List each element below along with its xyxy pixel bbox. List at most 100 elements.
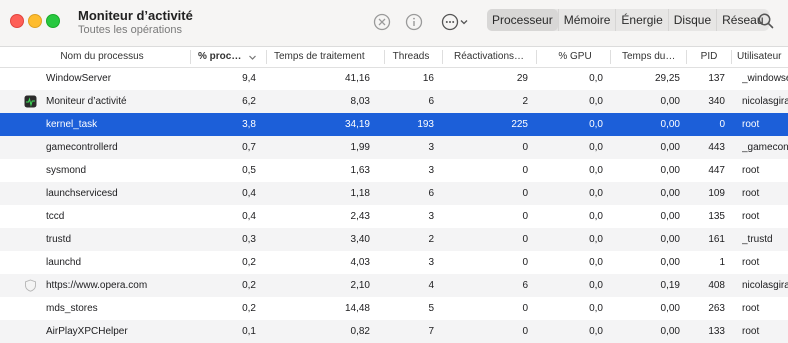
user-cell: root	[742, 165, 760, 176]
cpu-time-cell: 2,10	[350, 280, 370, 291]
tab-processeur[interactable]: Processeur	[487, 9, 558, 31]
idle-wakeups-cell: 225	[511, 119, 528, 130]
pid-cell: 447	[708, 165, 725, 176]
threads-cell: 7	[428, 326, 434, 337]
pid-cell: 161	[708, 234, 725, 245]
threads-cell: 16	[422, 73, 434, 84]
gpu-time-cell: 0,00	[660, 211, 680, 222]
column-header-process-name[interactable]: Nom du processus	[22, 47, 182, 67]
close-window-button[interactable]	[10, 14, 24, 28]
view-tabs: Processeur Mémoire Énergie Disque Réseau	[487, 9, 769, 31]
idle-wakeups-cell: 0	[522, 142, 528, 153]
gpu-percent-cell: 0,0	[589, 188, 603, 199]
zoom-window-button[interactable]	[46, 14, 60, 28]
gpu-percent-cell: 0,0	[589, 119, 603, 130]
gpu-time-cell: 0,00	[660, 188, 680, 199]
table-row[interactable]: sysmond 0,5 1,63 3 0 0,0 0,00 447 root	[0, 159, 788, 182]
threads-cell: 6	[428, 188, 434, 199]
table-row[interactable]: tccd 0,4 2,43 3 0 0,0 0,00 135 root	[0, 205, 788, 228]
activity-monitor-app-icon	[24, 95, 37, 108]
user-cell: root	[742, 188, 760, 199]
cpu-percent-cell: 6,2	[242, 96, 256, 107]
process-name-cell: gamecontrollerd	[46, 142, 118, 153]
idle-wakeups-cell: 0	[522, 326, 528, 337]
threads-cell: 3	[428, 211, 434, 222]
minimize-window-button[interactable]	[28, 14, 42, 28]
threads-cell: 6	[428, 96, 434, 107]
column-header-cpu-percent[interactable]: % proc…	[194, 47, 248, 67]
gpu-percent-cell: 0,0	[589, 165, 603, 176]
gpu-time-cell: 0,19	[660, 280, 680, 291]
process-name-cell: sysmond	[46, 165, 87, 176]
table-row[interactable]: Moniteur d’activité 6,2 8,03 6 2 0,0 0,00 340 ni…	[0, 90, 788, 113]
cpu-time-cell: 34,19	[344, 119, 370, 130]
column-header-pid[interactable]: PID	[688, 47, 730, 67]
column-header-gpu-percent[interactable]: % GPU	[548, 47, 602, 67]
tab-energie[interactable]: Énergie	[615, 9, 667, 31]
cpu-percent-cell: 3,8	[242, 119, 256, 130]
cpu-percent-cell: 0,2	[242, 280, 256, 291]
pid-cell: 109	[708, 188, 725, 199]
pid-cell: 137	[708, 73, 725, 84]
process-name-cell: WindowServer	[46, 73, 112, 84]
column-header-idle-wakeups[interactable]: Réactivations…	[450, 47, 534, 67]
table-row[interactable]: launchservicesd 0,4 1,18 6 0 0,0 0,00 109 root	[0, 182, 788, 205]
idle-wakeups-cell: 29	[516, 73, 528, 84]
user-cell: _trustd	[742, 234, 773, 245]
threads-cell: 3	[428, 165, 434, 176]
stop-icon[interactable]	[372, 12, 392, 32]
table-row[interactable]: mds_stores 0,2 14,48 5 0 0,0 0,00 263 root	[0, 297, 788, 320]
info-icon[interactable]	[404, 12, 424, 32]
table-row[interactable]: AirPlayXPCHelper 0,1 0,82 7 0 0,0 0,00 133 root	[0, 320, 788, 343]
cpu-time-cell: 8,03	[350, 96, 370, 107]
window-subtitle[interactable]: Toutes les opérations	[78, 24, 182, 36]
tab-memoire[interactable]: Mémoire	[557, 9, 616, 31]
cpu-percent-cell: 0,4	[242, 211, 256, 222]
gpu-time-cell: 0,00	[660, 303, 680, 314]
sort-descending-icon	[249, 55, 256, 60]
process-name-cell: AirPlayXPCHelper	[46, 326, 128, 337]
threads-cell: 2	[428, 234, 434, 245]
column-header-cpu-time[interactable]: Temps de traitement	[270, 47, 380, 67]
idle-wakeups-cell: 0	[522, 165, 528, 176]
gpu-percent-cell: 0,0	[589, 326, 603, 337]
pid-cell: 135	[708, 211, 725, 222]
table-row[interactable]: trustd 0,3 3,40 2 0 0,0 0,00 161 _trustd	[0, 228, 788, 251]
table-row[interactable]: WindowServer 9,4 41,16 16 29 0,0 29,25 137 _wind…	[0, 67, 788, 90]
cpu-time-cell: 2,43	[350, 211, 370, 222]
table-row[interactable]: gamecontrollerd 0,7 1,99 3 0 0,0 0,00 443 _gamec…	[0, 136, 788, 159]
column-header-threads[interactable]: Threads	[386, 47, 436, 67]
user-cell: root	[742, 257, 760, 268]
user-cell: root	[742, 326, 760, 337]
table-row[interactable]: https://www.opera.com 0,2 2,10 4 6 0,0 0,19 408…	[0, 274, 788, 297]
more-actions-icon[interactable]	[440, 12, 470, 32]
table-row-selected[interactable]: kernel_task 3,8 34,19 193 225 0,0 0,00 0 root	[0, 113, 788, 136]
tab-disque[interactable]: Disque	[667, 9, 716, 31]
user-cell: root	[742, 119, 760, 130]
cpu-percent-cell: 0,3	[242, 234, 256, 245]
gpu-percent-cell: 0,0	[589, 303, 603, 314]
user-cell: nicolasgirard	[742, 96, 788, 107]
search-icon[interactable]	[756, 11, 776, 31]
process-name-cell: Moniteur d’activité	[46, 96, 127, 107]
process-name-cell: tccd	[46, 211, 65, 222]
pid-cell: 1	[719, 257, 725, 268]
pid-cell: 443	[708, 142, 725, 153]
user-cell: root	[742, 303, 760, 314]
table-row[interactable]: launchd 0,2 4,03 3 0 0,0 0,00 1 root	[0, 251, 788, 274]
cpu-percent-cell: 0,7	[242, 142, 256, 153]
column-header-user[interactable]: Utilisateur	[733, 47, 788, 67]
pid-cell: 133	[708, 326, 725, 337]
cpu-time-cell: 1,63	[350, 165, 370, 176]
gpu-time-cell: 0,00	[660, 234, 680, 245]
column-header-gpu-time[interactable]: Temps du…	[618, 47, 684, 67]
cpu-time-cell: 4,03	[350, 257, 370, 268]
cpu-percent-cell: 0,2	[242, 257, 256, 268]
cpu-percent-cell: 9,4	[242, 73, 256, 84]
idle-wakeups-cell: 0	[522, 188, 528, 199]
process-name-cell: mds_stores	[46, 303, 98, 314]
cpu-time-cell: 0,82	[350, 326, 370, 337]
cpu-time-cell: 14,48	[344, 303, 370, 314]
idle-wakeups-cell: 0	[522, 303, 528, 314]
cpu-time-cell: 1,99	[350, 142, 370, 153]
